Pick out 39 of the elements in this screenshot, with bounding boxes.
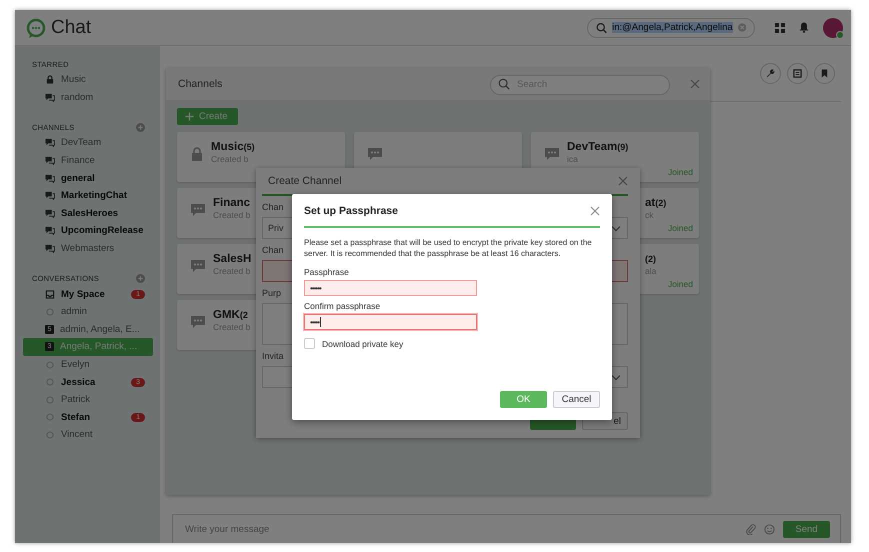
item-label: Finance xyxy=(61,155,96,166)
field-label: Chan xyxy=(262,245,284,257)
channel-name: at(2) xyxy=(645,197,666,209)
channel-name: (2) xyxy=(645,253,656,265)
app-title: Chat xyxy=(51,16,92,38)
instructions-text: Please set a passphrase that will be used to encrypt the private key stored on the server. It is recommended that the passphrase be at least 16 characters. xyxy=(304,237,593,259)
channel-name: GMK(2 xyxy=(213,309,249,321)
channel-name: SalesH xyxy=(213,253,252,265)
item-label: DevTeam xyxy=(61,137,102,148)
panel-title: Channels xyxy=(178,78,224,90)
item-label: Stefan xyxy=(61,412,92,423)
channel-name: Financ xyxy=(213,197,250,209)
item-label: admin xyxy=(61,306,88,318)
item-label: SalesHeroes xyxy=(61,208,120,219)
field-label: Passphrase xyxy=(304,267,350,277)
checkbox-label: Download private key xyxy=(322,338,404,348)
field-label: Chan xyxy=(262,202,284,214)
item-label: random xyxy=(61,92,94,103)
item-label: UpcomingRelease xyxy=(61,225,144,236)
item-label: Jessica xyxy=(61,376,96,388)
dialog-title: Set up Passphrase xyxy=(304,205,398,217)
channel-name: DevTeam(9) xyxy=(567,141,628,153)
item-label: Angela, Patrick, ... xyxy=(60,341,138,352)
field-label: Invita xyxy=(262,351,284,363)
item-label: My Space xyxy=(61,288,106,300)
joined-label: Joined xyxy=(668,167,693,177)
item-label: Vincent xyxy=(61,429,94,440)
item-label: Music xyxy=(61,74,87,86)
item-label: general xyxy=(61,172,96,184)
field-label: Confirm passphrase xyxy=(304,301,382,311)
channel-name: Music(5) xyxy=(211,141,255,153)
item-label: Patrick xyxy=(61,394,92,406)
joined-label: Joined xyxy=(668,223,693,233)
item-label: MarketingChat xyxy=(61,190,128,202)
item-label: Webmasters xyxy=(61,243,116,254)
item-label: admin, Angela, E... xyxy=(60,324,141,335)
item-label: Evelyn xyxy=(61,359,91,370)
joined-label: Joined xyxy=(668,279,693,289)
field-label: Purp xyxy=(262,288,282,300)
